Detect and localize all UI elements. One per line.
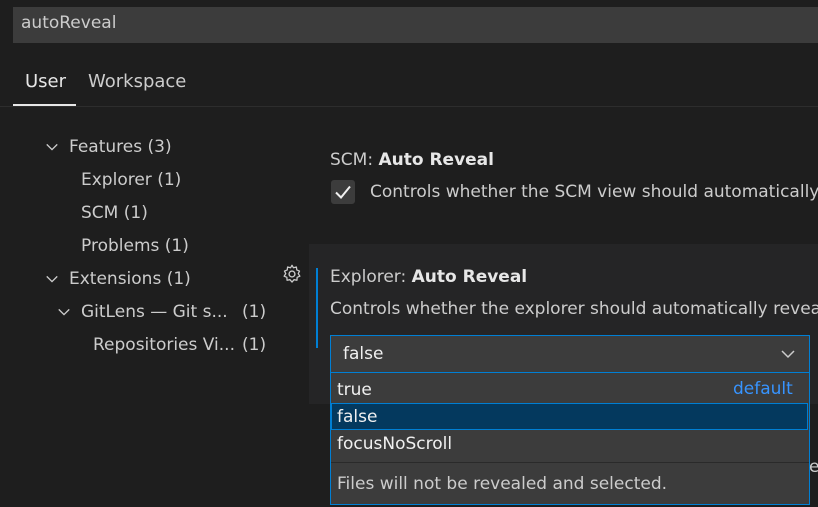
explorer-auto-reveal-select[interactable] [330,335,810,373]
option-true[interactable]: true [337,380,372,400]
chevron-down-icon[interactable] [57,305,71,319]
tabs-divider [0,106,818,107]
chevron-down-icon[interactable] [780,346,796,362]
setting-name: Auto Reveal [411,267,528,287]
settings-search-input[interactable] [13,7,818,43]
selected-option-highlight[interactable] [331,403,808,430]
chevron-down-icon[interactable] [45,272,59,286]
tree-item-count: (1) [123,203,148,223]
scm-setting-title: SCM: Auto Reveal [330,150,494,170]
tree-item-label: GitLens — Git s... [81,302,228,322]
option-false[interactable]: false [337,407,377,427]
clipped-text: e [809,457,818,477]
tab-workspace[interactable]: Workspace [88,71,186,92]
tree-item-gitlens[interactable]: GitLens — Git s... [81,302,228,322]
search-input-value: autoReveal [21,13,117,33]
setting-category: Explorer: [330,267,412,287]
tree-item-label: Extensions [69,269,162,289]
tree-item-label: Repositories Vi... [93,335,235,355]
tree-item-count: (1) [157,170,182,190]
explorer-setting-description: Controls whether the explorer should aut… [330,299,818,319]
tree-item-count: (1) [242,335,267,355]
tree-item-count: (3) [147,137,172,157]
tree-item-count: (1) [166,269,191,289]
focus-indicator [316,268,318,348]
gear-icon[interactable] [281,263,303,285]
tree-item-explorer[interactable]: Explorer (1) [81,170,181,190]
default-badge: default [733,379,793,399]
tree-item-label: Problems [81,236,160,256]
tree-item-features[interactable]: Features (3) [69,137,172,157]
scm-auto-reveal-checkbox[interactable] [331,180,355,204]
option-description: Files will not be revealed and selected. [337,474,668,494]
tree-item-label: Explorer [81,170,152,190]
dropdown-divider [331,462,809,463]
chevron-down-icon[interactable] [45,140,59,154]
tree-item-count: (1) [242,302,267,322]
tab-user[interactable]: User [25,71,66,92]
option-focusnoscroll[interactable]: focusNoScroll [337,434,452,454]
tree-item-extensions[interactable]: Extensions (1) [69,269,191,289]
select-value: false [343,344,384,364]
tree-item-scm[interactable]: SCM (1) [81,203,148,223]
scm-setting-description: Controls whether the SCM view should aut… [370,182,818,202]
setting-name: Auto Reveal [378,150,494,170]
explorer-setting-title: Explorer: Auto Reveal [330,267,527,287]
tree-item-label: SCM [81,203,119,223]
tree-item-problems[interactable]: Problems (1) [81,236,189,256]
setting-category: SCM: [330,150,379,170]
tree-item-count: (1) [164,236,189,256]
tree-item-repositories[interactable]: Repositories Vi... [93,335,235,355]
tree-item-label: Features [69,137,143,157]
